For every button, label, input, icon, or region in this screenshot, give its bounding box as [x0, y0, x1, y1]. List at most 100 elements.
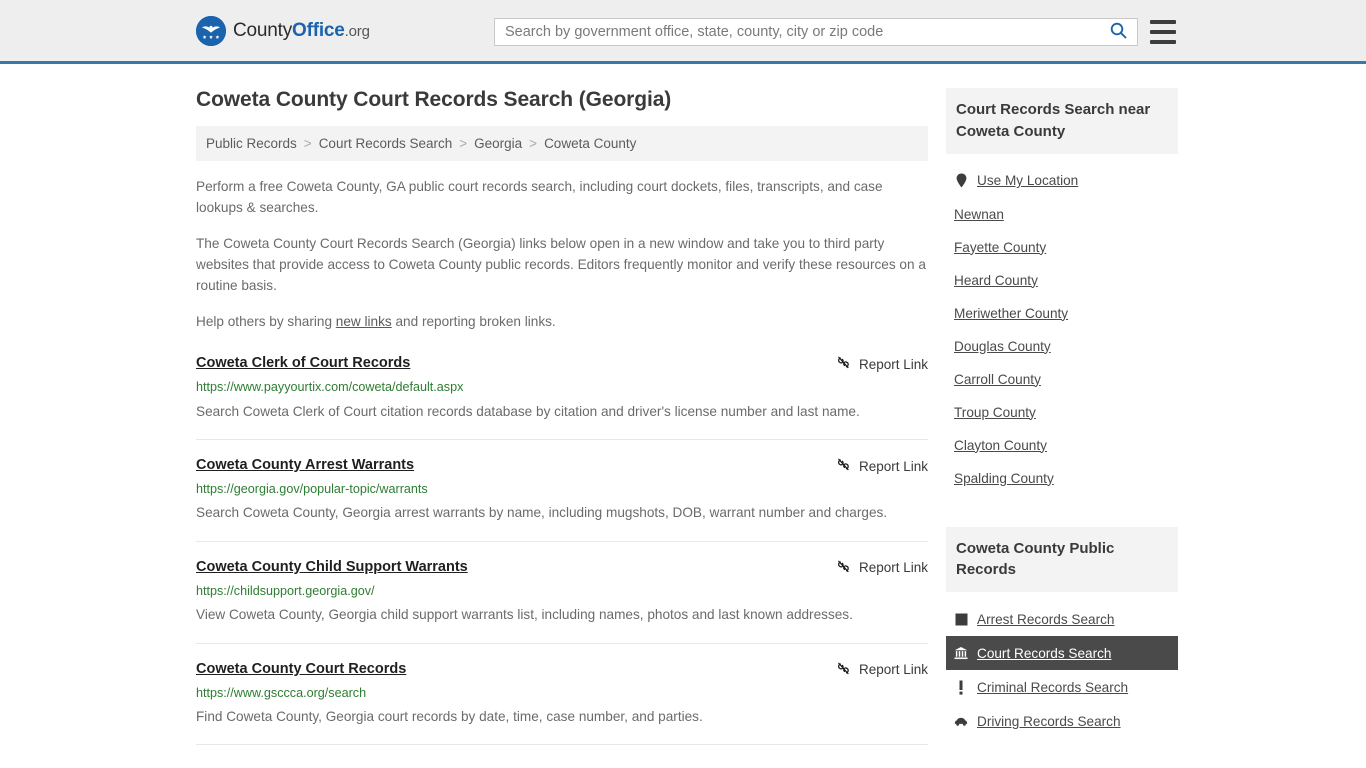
results-list: Coweta Clerk of Court Records Report Lin…	[196, 354, 928, 746]
sidebar-item-label: Troup County	[954, 404, 1036, 420]
car-icon	[954, 713, 968, 729]
sidebar-item-douglas-county[interactable]: Douglas County	[946, 330, 1178, 363]
sidebar-item-carroll-county[interactable]: Carroll County	[946, 363, 1178, 396]
public-records-panel: Coweta County Public Records Arrest Reco…	[946, 526, 1178, 739]
result-header: Coweta County Court Records Report Link	[196, 660, 928, 679]
sidebar-item-court-records-search[interactable]: Court Records Search	[946, 636, 1178, 670]
square-icon	[954, 611, 968, 627]
hamburger-bar	[1150, 30, 1176, 34]
main-content: Coweta County Court Records Search (Geor…	[196, 64, 928, 761]
search-input[interactable]	[495, 19, 1099, 45]
sidebar-item-label: Spalding County	[954, 470, 1054, 486]
new-links-link[interactable]: new links	[336, 314, 392, 329]
sidebar-item-heard-county[interactable]: Heard County	[946, 264, 1178, 297]
result-title-link[interactable]: Coweta County Child Support Warrants	[196, 558, 468, 577]
intro-paragraph-2: The Coweta County Court Records Search (…	[196, 236, 926, 294]
result-url: https://georgia.gov/popular-topic/warran…	[196, 482, 428, 497]
result-description: View Coweta County, Georgia child suppor…	[196, 607, 853, 623]
broken-link-icon	[836, 559, 851, 577]
sidebar-item-driving-records-search[interactable]: Driving Records Search	[946, 704, 1178, 738]
sidebar-item-label: Clayton County	[954, 437, 1047, 453]
site-header: CountyOffice.org	[0, 0, 1366, 64]
breadcrumb-separator-icon: >	[303, 136, 312, 151]
breadcrumb-item-court-records-search[interactable]: Court Records Search	[319, 136, 453, 151]
intro-p3-after: and reporting broken links.	[391, 314, 556, 330]
report-link-label: Report Link	[858, 356, 928, 372]
sidebar-item-arrest-records-search[interactable]: Arrest Records Search	[946, 602, 1178, 636]
result-description: Find Coweta County, Georgia court record…	[196, 708, 703, 724]
sidebar-item-troup-county[interactable]: Troup County	[946, 396, 1178, 429]
intro-paragraph-1: Perform a free Coweta County, GA public …	[196, 179, 883, 216]
broken-link-icon	[836, 457, 851, 475]
search-icon	[1110, 22, 1127, 42]
sidebar-item-label: Criminal Records Search	[977, 679, 1129, 695]
result-item: Coweta County Arrest Warrants Report Lin…	[196, 456, 928, 542]
hamburger-menu-button[interactable]	[1150, 20, 1176, 44]
sidebar-item-use-my-location[interactable]: Use My Location	[946, 164, 1178, 198]
public-records-heading: Coweta County Public Records	[946, 526, 1178, 592]
hamburger-bar	[1150, 20, 1176, 24]
sidebar-item-fayette-county[interactable]: Fayette County	[946, 231, 1178, 264]
sidebar-item-spalding-county[interactable]: Spalding County	[946, 462, 1178, 495]
sidebar-item-label: Heard County	[954, 272, 1038, 288]
exclamation-icon	[954, 679, 968, 695]
sidebar-item-label: Carroll County	[954, 371, 1041, 387]
sidebar-item-label: Meriwether County	[954, 305, 1069, 321]
report-link-label: Report Link	[858, 662, 928, 678]
result-url: https://www.gsccca.org/search	[196, 685, 367, 700]
sidebar-item-label: Driving Records Search	[977, 713, 1121, 729]
result-url: https://www.payyourtix.com/coweta/defaul…	[196, 380, 464, 395]
report-link-button[interactable]: Report Link	[836, 558, 928, 577]
county-office-seal-icon	[196, 15, 226, 46]
sidebar-item-label: Newnan	[954, 206, 1004, 222]
result-header: Coweta Clerk of Court Records Report Lin…	[196, 354, 928, 373]
result-description: Search Coweta Clerk of Court citation re…	[196, 403, 860, 419]
intro-p3-before: Help others by sharing	[196, 314, 336, 330]
logo-text-office: Office	[292, 19, 345, 41]
result-title-link[interactable]: Coweta Clerk of Court Records	[196, 354, 410, 373]
hamburger-bar	[1150, 40, 1176, 44]
broken-link-icon	[836, 355, 851, 373]
sidebar-item-label: Fayette County	[954, 239, 1047, 255]
report-link-label: Report Link	[858, 560, 928, 576]
intro-paragraph-3: Help others by sharing new links and rep…	[196, 311, 928, 332]
broken-link-icon	[836, 661, 851, 679]
result-item: Coweta Clerk of Court Records Report Lin…	[196, 354, 928, 441]
report-link-button[interactable]: Report Link	[836, 354, 928, 373]
result-header: Coweta County Child Support Warrants Rep…	[196, 558, 928, 577]
sidebar-item-criminal-records-search[interactable]: Criminal Records Search	[946, 670, 1178, 704]
sidebar-item-label: Arrest Records Search	[977, 611, 1115, 627]
report-link-label: Report Link	[858, 458, 928, 474]
sidebar-item-label: Douglas County	[954, 338, 1051, 354]
sidebar-item-meriwether-county[interactable]: Meriwether County	[946, 297, 1178, 330]
logo-text-county: County	[233, 19, 293, 41]
breadcrumb-item-georgia[interactable]: Georgia	[474, 136, 522, 151]
breadcrumb-item-public-records[interactable]: Public Records	[206, 136, 297, 151]
result-url: https://childsupport.georgia.gov/	[196, 583, 375, 598]
site-logo[interactable]: CountyOffice.org	[196, 15, 370, 46]
search-button[interactable]	[1099, 19, 1137, 45]
sidebar-item-clayton-county[interactable]: Clayton County	[946, 429, 1178, 462]
intro-text: Perform a free Coweta County, GA public …	[196, 176, 928, 332]
nearby-search-panel: Court Records Search near Coweta County …	[946, 88, 1178, 495]
public-records-list: Arrest Records Search Court Records Sear…	[946, 592, 1178, 738]
nearby-search-list: Use My Location Newnan Fayette County He…	[946, 154, 1178, 495]
nearby-search-heading: Court Records Search near Coweta County	[946, 88, 1178, 154]
result-item: Coweta County Court Records Report Link …	[196, 660, 928, 746]
sidebar-item-newnan[interactable]: Newnan	[946, 198, 1178, 231]
result-description: Search Coweta County, Georgia arrest war…	[196, 505, 888, 521]
breadcrumb: Public Records > Court Records Search > …	[196, 126, 928, 161]
page-body: Coweta County Court Records Search (Geor…	[0, 64, 1366, 761]
breadcrumb-separator-icon: >	[529, 136, 538, 151]
map-pin-icon	[954, 173, 968, 189]
sidebar: Court Records Search near Coweta County …	[946, 64, 1178, 761]
report-link-button[interactable]: Report Link	[836, 456, 928, 475]
report-link-button[interactable]: Report Link	[836, 660, 928, 679]
result-title-link[interactable]: Coweta County Court Records	[196, 660, 406, 679]
result-title-link[interactable]: Coweta County Arrest Warrants	[196, 456, 414, 475]
site-logo-text: CountyOffice.org	[233, 20, 370, 42]
sidebar-item-label: Court Records Search	[977, 645, 1112, 661]
courthouse-icon	[954, 645, 968, 661]
breadcrumb-item-coweta-county[interactable]: Coweta County	[544, 136, 636, 151]
breadcrumb-separator-icon: >	[459, 136, 468, 151]
